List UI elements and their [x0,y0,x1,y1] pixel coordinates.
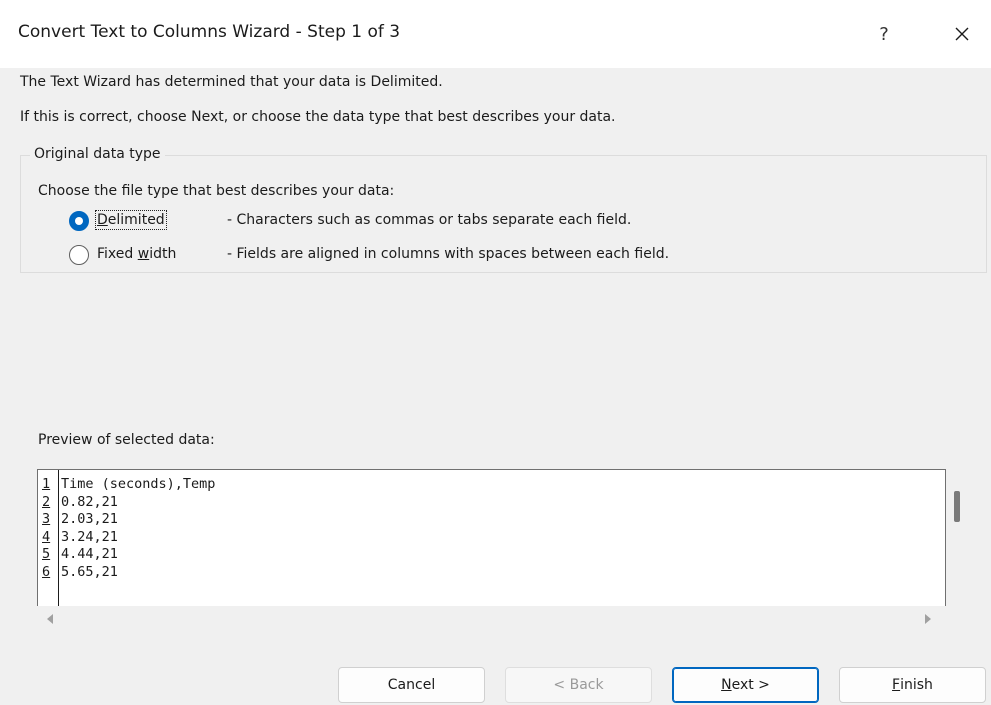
help-button[interactable]: ? [862,14,906,54]
row-content: 4.44,21 [61,546,118,562]
row-number: 2 [42,493,51,510]
radio-desc-fixed-width: - Fields are aligned in columns with spa… [227,246,670,262]
row-number: 3 [42,511,51,527]
file-type-prompt: Choose the file type that best describes… [38,183,395,199]
finish-button[interactable]: Finish [839,667,986,703]
next-button[interactable]: Next > [672,667,819,703]
dialog-title: Convert Text to Columns Wizard - Step 1 … [18,22,401,42]
label-text: idth [149,246,177,262]
row-content: 5.65,21 [61,563,118,580]
row-number: 1 [42,476,51,492]
text-to-columns-dialog: Convert Text to Columns Wizard - Step 1 … [0,0,991,705]
vertical-scrollbar-thumb[interactable] [954,491,960,522]
accelerator-f: F [892,677,901,693]
label-text: Fixed [97,246,138,262]
accelerator-w: w [137,246,150,262]
radio-delimited-checked[interactable] [69,211,89,231]
preview-row: 1 Time (seconds),Temp [38,476,943,494]
preview-row: 6 5.65,21 [38,564,943,582]
accelerator-n: N [721,677,732,693]
preview-row: 3 2.03,21 [38,511,943,529]
row-content: 3.24,21 [61,528,118,545]
radio-option-fixed-width[interactable]: Fixed width - Fields are aligned in colu… [69,243,769,267]
preview-label: Preview of selected data: [38,432,215,448]
preview-row: 2 0.82,21 [38,494,943,512]
radio-label-fixed-width[interactable]: Fixed width [97,246,176,262]
row-content: Time (seconds),Temp [61,476,216,492]
row-content: 2.03,21 [61,511,118,527]
radio-label-delimited[interactable]: Delimited [95,210,167,230]
row-number: 5 [42,546,51,562]
row-number: 4 [42,528,51,545]
original-data-type-group: Original data type Choose the file type … [20,146,987,273]
preview-rows: 1 Time (seconds),Temp 2 0.82,21 3 2.03,2… [38,476,943,581]
scroll-right-arrow-icon[interactable] [925,614,931,624]
radio-option-delimited[interactable]: Delimited - Characters such as commas or… [69,209,769,233]
radio-fixed-width-unchecked[interactable] [69,245,89,265]
radio-desc-delimited: - Characters such as commas or tabs sepa… [227,212,632,228]
accelerator-d: D [97,212,108,228]
button-label: inish [900,677,933,693]
row-number: 6 [42,563,51,580]
back-button[interactable]: < Back [505,667,652,703]
title-bar: Convert Text to Columns Wizard - Step 1 … [0,0,991,68]
close-button[interactable] [940,14,984,54]
preview-row: 4 3.24,21 [38,529,943,547]
label-text: elimited [107,212,165,228]
scroll-left-arrow-icon[interactable] [47,614,53,624]
row-content: 0.82,21 [61,493,118,510]
horizontal-scrollbar[interactable] [37,606,946,632]
preview-pane[interactable]: 1 Time (seconds),Temp 2 0.82,21 3 2.03,2… [37,469,946,628]
preview-row: 5 4.44,21 [38,546,943,564]
button-label: ext > [731,677,770,693]
close-icon [955,27,969,41]
intro-text-detected: The Text Wizard has determined that your… [20,74,443,90]
cancel-button[interactable]: Cancel [338,667,485,703]
intro-text-instructions: If this is correct, choose Next, or choo… [20,109,616,125]
group-legend: Original data type [30,146,165,162]
